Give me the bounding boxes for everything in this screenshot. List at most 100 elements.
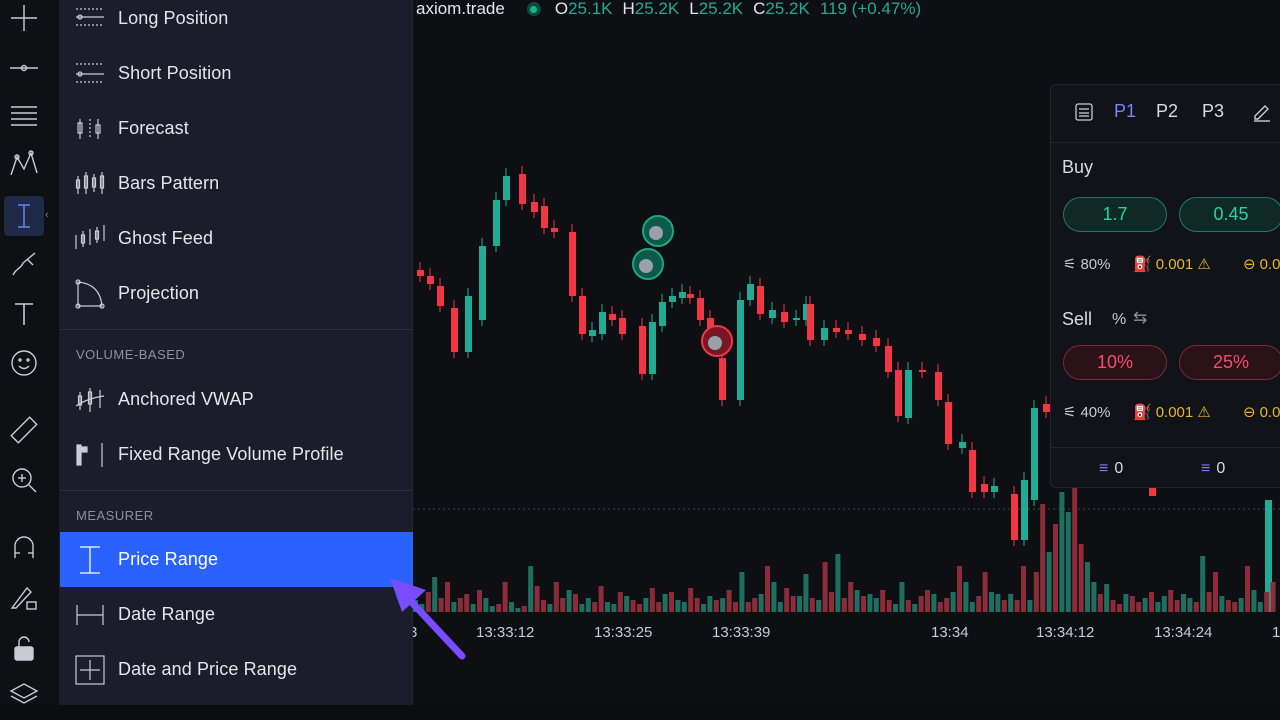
wallet-balance-2[interactable]: ≡ 0 [1201,460,1225,478]
volume-bar [1155,602,1161,612]
tab-p3[interactable]: P3 [1202,101,1224,122]
calculator-icon[interactable] [1073,101,1095,123]
volume-bar [1001,600,1007,612]
menu-item-projection[interactable]: Projection [60,266,413,321]
volume-bar [649,588,655,612]
menu-item-label: Ghost Feed [118,228,214,248]
sell-percent-button[interactable]: 10% [1063,345,1167,380]
menu-item-price-range[interactable]: Price Range [60,532,413,587]
menu-item-short-position[interactable]: Short Position [60,46,413,101]
quick-trade-panel: P1 P2 P3 Buy 1.7 0.45 ⚟80% ⛽0.001⚠ ⊖0.00… [1050,84,1280,488]
solana-icon: ≡ [1201,460,1211,477]
sell-slippage-value: 40% [1080,403,1111,421]
candle [569,232,576,296]
measure-icon[interactable] [4,196,44,236]
volume-bar [496,604,502,612]
menu-item-label: Short Position [118,63,232,83]
volume-bar [829,592,834,612]
volume-bar [1123,594,1129,612]
menu-item-forecast[interactable]: Forecast [60,101,413,156]
bars-pattern-icon [75,172,105,194]
volume-bar [541,600,546,612]
candle [599,312,606,334]
ghost-feed-icon [75,225,105,249]
volume-bar [957,566,962,612]
volume-bar [669,592,674,612]
buy-title: Buy [1062,157,1094,177]
menu-item-date-range[interactable]: Date Range [60,587,413,642]
edit-icon[interactable] [1251,101,1273,123]
brush-icon[interactable] [4,244,44,284]
symbol-name[interactable]: axiom.trade [416,0,505,19]
menu-item-date-and-price-range[interactable]: Date and Price Range [60,642,413,697]
lock-icon[interactable] [4,628,44,668]
volume-bar [675,600,681,612]
pointer-arrow-annotation [390,578,466,660]
tab-p2[interactable]: P2 [1156,101,1178,122]
volume-bar [624,596,630,612]
fib-retracement-icon[interactable] [4,96,44,136]
sell-bribe-value: 0.00 [1259,403,1280,421]
candle [781,312,788,322]
volume-bar [713,600,719,612]
volume-bar [931,594,937,612]
sell-percent-button[interactable]: 25% [1179,345,1280,380]
horizontal-line-icon[interactable] [4,48,44,88]
volume-bar [521,606,527,612]
volume-bar [694,598,700,612]
menu-item-anchored-vwap[interactable]: Anchored VWAP [60,372,413,427]
volume-bar [1129,596,1135,612]
volume-bar [1219,596,1225,612]
volume-bar [1008,594,1014,612]
time-axis-edge-label: 1 [1272,624,1280,641]
volume-bar [861,596,866,612]
candle [1011,494,1018,540]
volume-bar [560,598,566,612]
buy-amount-button[interactable]: 1.7 [1063,197,1167,232]
candle [1021,480,1028,540]
menu-item-fixed-range-volume-profile[interactable]: Fixed Range Volume Profile [60,427,413,482]
time-label: 13:34 [931,624,969,641]
magnet-icon[interactable] [4,527,44,567]
swap-icon[interactable]: ⇆ [1133,308,1147,328]
menu-item-bars-pattern[interactable]: Bars Pattern [60,156,413,211]
crosshair-icon[interactable] [4,0,44,38]
lock-drawing-icon[interactable] [4,577,44,617]
text-icon[interactable] [4,294,44,334]
emoji-icon[interactable] [4,343,44,383]
buy-bribe-value: 0.00 [1259,255,1280,273]
volume-bar [1238,598,1244,612]
candle [945,402,952,444]
forecast-icon [77,119,101,139]
pattern-icon[interactable] [4,144,44,184]
candle [719,358,726,400]
candle [479,246,486,320]
volume-bar [771,582,777,612]
wallet-balance-1[interactable]: ≡ 0 [1099,460,1123,478]
candle [465,296,472,352]
candle [503,176,510,200]
sell-marker[interactable] [701,325,733,357]
volume-bar [848,582,854,612]
buy-marker[interactable] [632,248,664,280]
ruler-icon[interactable] [4,410,44,450]
buy-marker[interactable] [642,215,674,247]
candle [935,372,942,400]
volume-bar [1200,556,1206,612]
menu-item-long-position[interactable]: Long Position [60,0,413,46]
buy-amount-button[interactable]: 0.45 [1179,197,1280,232]
volume-bar [1174,600,1180,612]
volume-bar [841,598,847,612]
tab-p1[interactable]: P1 [1114,101,1136,122]
sell-priority-value: 0.001 [1155,403,1194,421]
chevron-left-icon[interactable]: ‹ [45,209,49,221]
volume-bar [662,594,668,612]
sell-percent-toggle[interactable]: % [1112,311,1126,329]
volume-bar [867,594,873,612]
volume-bar [1110,600,1116,612]
sell-bribe: ⊖0.00 [1243,403,1280,422]
menu-item-ghost-feed[interactable]: Ghost Feed [60,211,413,266]
volume-bar [701,604,706,612]
zoom-in-icon[interactable] [4,460,44,500]
volume-bar [643,598,649,612]
